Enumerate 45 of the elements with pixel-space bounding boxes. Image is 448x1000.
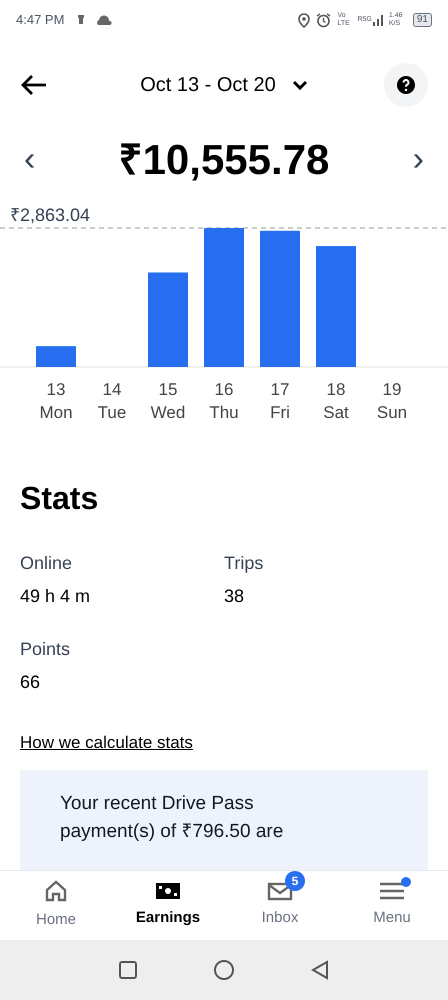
max-value-label: ₹2,863.04 bbox=[10, 204, 90, 227]
nav-tab[interactable]: Earnings bbox=[112, 871, 224, 940]
home-icon bbox=[44, 879, 68, 904]
recent-apps-icon[interactable] bbox=[118, 960, 138, 980]
day-label: 14 Tue bbox=[98, 380, 126, 422]
day-label: 18 Sat bbox=[323, 380, 349, 422]
nav-tab[interactable]: Menu bbox=[336, 871, 448, 940]
day-label: 15 Wed bbox=[150, 380, 186, 422]
previous-week-button[interactable]: ‹ bbox=[24, 142, 36, 176]
nav-tab[interactable]: 5 Inbox bbox=[224, 871, 336, 940]
stats-info-link[interactable]: How we calculate stats bbox=[20, 730, 193, 756]
nav-tab[interactable]: Home bbox=[0, 871, 112, 940]
day-label: 19 Sun bbox=[376, 380, 408, 422]
battery-indicator: 91 bbox=[412, 13, 432, 27]
cash-icon bbox=[155, 881, 181, 902]
date-range-label[interactable]: Oct 13 - Oct 20 bbox=[140, 70, 276, 100]
unread-badge: 5 bbox=[285, 871, 305, 892]
day-label: 16 Thu bbox=[209, 380, 239, 422]
status-time: 4:47 PM bbox=[16, 11, 64, 30]
menu-icon bbox=[379, 881, 405, 902]
back-triangle-icon[interactable] bbox=[310, 960, 330, 980]
day-label: 17 Fri bbox=[270, 380, 290, 422]
stat-value: 66 bbox=[20, 671, 42, 694]
notification-icon bbox=[76, 13, 86, 27]
stat-label: Trips bbox=[224, 552, 264, 575]
next-week-button[interactable]: › bbox=[412, 142, 424, 176]
chevron-down-icon[interactable] bbox=[292, 80, 308, 90]
earnings-total: ₹10,555.78 bbox=[118, 134, 330, 184]
section-heading: Stats bbox=[20, 479, 100, 518]
stat-label: Points bbox=[20, 638, 72, 661]
help-button[interactable] bbox=[384, 63, 428, 107]
help-icon bbox=[396, 75, 416, 95]
stat-value: 49 h 4 m bbox=[20, 585, 92, 608]
alarm-icon bbox=[316, 12, 332, 28]
cloud-icon bbox=[96, 15, 112, 25]
home-circle-icon[interactable] bbox=[212, 959, 235, 981]
stat-value: 38 bbox=[224, 585, 246, 608]
signal-icon bbox=[372, 14, 384, 26]
chart-bar bbox=[36, 346, 76, 367]
location-icon bbox=[298, 12, 310, 28]
mail-icon bbox=[267, 881, 293, 902]
stat-label: Online bbox=[20, 552, 74, 575]
back-arrow-icon[interactable] bbox=[20, 73, 48, 97]
day-label: 13 Mon bbox=[39, 380, 73, 422]
notice-text: Your recent Drive Pass payment(s) of ₹796.50 are bbox=[60, 792, 284, 844]
